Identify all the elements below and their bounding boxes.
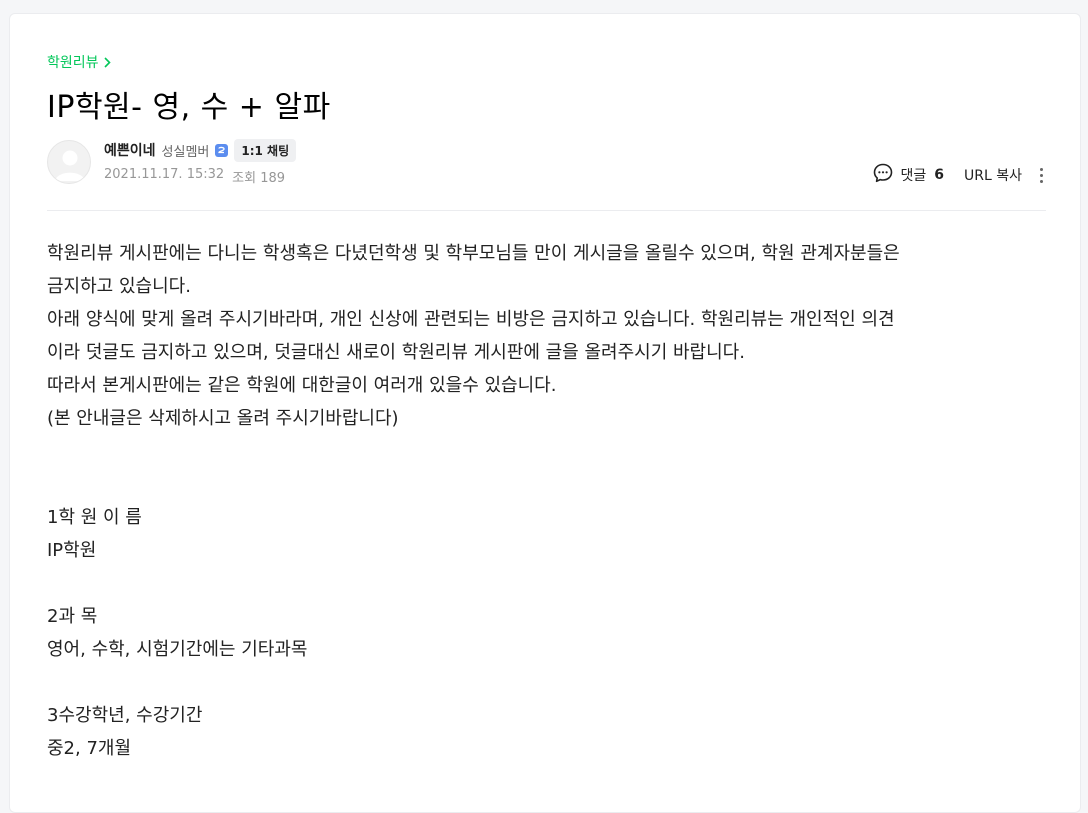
content-line: 금지하고 있습니다. <box>47 276 191 297</box>
article-date: 2021.11.17. 15:32 <box>104 167 225 182</box>
content-line: 학원리뷰 게시판에는 다니는 학생혹은 다녔던학생 및 학부모님들 만이 게시글… <box>47 243 900 264</box>
content-line: 영어, 수학, 시험기간에는 기타과목 <box>47 639 308 660</box>
content-line <box>47 468 1046 501</box>
default-avatar-icon[interactable] <box>47 140 91 184</box>
chat-button[interactable]: 1:1 채팅 <box>234 138 297 162</box>
content-line: (본 안내글은 삭제하시고 올려 주시기바랍니다) <box>47 408 399 429</box>
board-name: 학원리뷰 <box>47 55 99 71</box>
more-vertical-icon[interactable] <box>1036 164 1046 186</box>
content-line: 1학 원 이 름 <box>47 507 142 528</box>
article-card: 학원리뷰 IP학원- 영, 수 + 알파 예쁜이네 성실멤버 1:1 채팅 20… <box>9 13 1081 813</box>
content-line <box>47 435 1046 468</box>
comment-count: 6 <box>934 167 944 183</box>
content-line <box>47 666 1046 699</box>
content-line: 이라 덧글도 금지하고 있으며, 덧글대신 새로이 학원리뷰 게시판에 글을 올… <box>47 342 745 363</box>
content-line: IP학원 <box>47 540 97 561</box>
content-line: 3수강학년, 수강기간 <box>47 705 203 726</box>
url-copy-button[interactable]: URL 복사 <box>964 165 1022 185</box>
author-nickname[interactable]: 예쁜이네 <box>104 140 156 160</box>
content-line: 중2, 7개월 <box>47 738 132 759</box>
author-row: 예쁜이네 성실멤버 1:1 채팅 2021.11.17. 15:32 조회 18… <box>47 138 1046 188</box>
article-title: IP학원- 영, 수 + 알파 <box>47 90 331 125</box>
article-views: 조회 189 <box>232 171 286 186</box>
content-line: 아래 양식에 맞게 올려 주시기바라며, 개인 신상에 관련되는 비방은 금지하… <box>47 309 895 330</box>
header-divider <box>47 210 1046 211</box>
content-line <box>47 567 1046 600</box>
content-line: 따라서 본게시판에는 같은 학원에 대한글이 여러개 있을수 있습니다. <box>47 375 557 396</box>
chevron-right-icon <box>103 56 111 68</box>
comment-button[interactable]: 댓글 6 <box>872 162 944 188</box>
nick-line: 예쁜이네 성실멤버 1:1 채팅 <box>104 138 297 162</box>
content-line: 2과 목 <box>47 606 98 627</box>
author-info: 예쁜이네 성실멤버 1:1 채팅 2021.11.17. 15:32 조회 18… <box>104 138 297 186</box>
author-level: 성실멤버 <box>161 144 210 160</box>
comment-label: 댓글 <box>900 168 927 184</box>
comment-bubble-icon <box>872 162 894 188</box>
level-badge-icon <box>215 143 229 157</box>
board-link[interactable]: 학원리뷰 <box>47 52 111 72</box>
article-meta: 2021.11.17. 15:32 조회 189 <box>104 167 296 186</box>
article-content: 학원리뷰 게시판에는 다니는 학생혹은 다녔던학생 및 학부모님들 만이 게시글… <box>47 237 1046 765</box>
article-tools: 댓글 6 URL 복사 <box>872 162 1046 188</box>
